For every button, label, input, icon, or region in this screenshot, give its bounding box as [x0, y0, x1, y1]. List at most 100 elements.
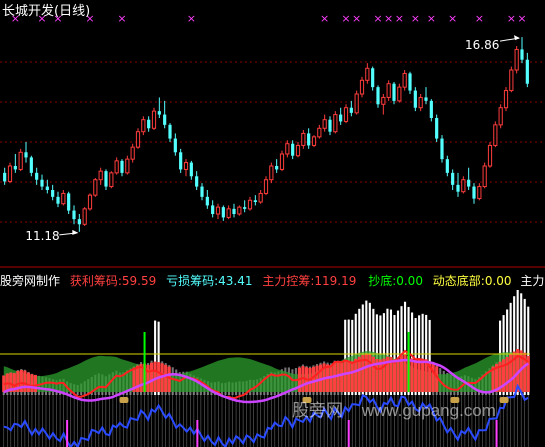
- candle-body: [3, 172, 7, 182]
- legend-source: 股旁网制作: [0, 274, 61, 288]
- candle-body: [445, 159, 449, 173]
- candle-body: [408, 73, 412, 91]
- candle-body: [291, 143, 295, 156]
- candle-body: [40, 179, 44, 187]
- profit-bar: [146, 364, 150, 392]
- candle-body: [498, 107, 503, 126]
- candle-body: [520, 49, 524, 60]
- candle-body: [509, 69, 514, 92]
- legend-bottom-signal: 抄底:0.00: [368, 274, 423, 288]
- signal-marker: ×: [117, 12, 126, 25]
- candle-body: [141, 119, 146, 133]
- candle-body: [429, 100, 433, 118]
- legend-profit-chips: 获利筹码:59.59: [69, 274, 157, 288]
- candle-body: [114, 160, 119, 174]
- candle-body: [157, 111, 161, 115]
- candle-body: [125, 158, 130, 174]
- high-arrow-head: [514, 35, 520, 41]
- signal-marker: ×: [187, 12, 196, 25]
- candle-body: [226, 208, 231, 218]
- legend-loss-chips: 亏损筹码:43.41: [166, 274, 253, 288]
- candle-body: [247, 199, 253, 210]
- candle-body: [435, 118, 439, 139]
- candle-body: [339, 114, 343, 122]
- legend-main-chips: 主力筹: [520, 274, 545, 288]
- candle-body: [109, 172, 114, 188]
- signal-marker: ×: [475, 12, 484, 25]
- profit-bar: [336, 362, 340, 392]
- legend-main-control: 主力控筹:119.19: [262, 274, 357, 288]
- candle-body: [18, 151, 23, 170]
- signal-marker: ×: [411, 12, 420, 25]
- indicator-legend: 股旁网制作 获利筹码:59.59 亏损筹码:43.41 主力控筹:119.19 …: [0, 272, 545, 289]
- candle-body: [333, 114, 338, 133]
- candle-body: [135, 131, 141, 148]
- candle-body: [82, 208, 87, 225]
- candle-body: [343, 107, 349, 122]
- signal-marker: ×: [352, 12, 361, 25]
- profit-bar: [153, 361, 157, 392]
- candle-body: [179, 152, 183, 170]
- candle-body: [487, 144, 493, 167]
- candle-body: [183, 162, 189, 170]
- candle-body: [253, 200, 257, 202]
- profit-bar: [371, 356, 375, 392]
- candle-body: [392, 83, 396, 101]
- profit-bar: [30, 374, 34, 392]
- candle-body: [13, 166, 17, 170]
- profit-bar: [417, 359, 421, 392]
- candle-body: [221, 207, 225, 218]
- candle-body: [232, 208, 236, 214]
- candle-body: [381, 96, 386, 105]
- candle-body: [371, 68, 375, 88]
- candle-body: [147, 119, 151, 129]
- profit-bar: [23, 370, 27, 392]
- candle-body: [61, 192, 66, 205]
- candle-body: [104, 171, 108, 187]
- candle-body: [354, 93, 359, 114]
- candle-body: [451, 172, 455, 185]
- candle-body: [467, 179, 471, 187]
- candle-body: [472, 186, 476, 199]
- profit-bar: [354, 358, 358, 392]
- candle-body: [279, 153, 285, 170]
- candle-body: [397, 86, 402, 102]
- profit-bar: [410, 358, 414, 392]
- candle-body: [402, 72, 407, 88]
- signal-marker: ×: [373, 12, 382, 25]
- signal-marker: ×: [395, 12, 404, 25]
- candle-body: [307, 133, 311, 146]
- candle-body: [295, 144, 301, 157]
- candle-body: [35, 172, 39, 180]
- candle-body: [77, 219, 81, 225]
- watermark-left: 股旁网: [292, 401, 343, 420]
- candle-body: [72, 210, 76, 220]
- profit-bar: [392, 359, 397, 392]
- candle-body: [243, 207, 247, 209]
- profit-bar: [431, 363, 435, 392]
- candle-body: [45, 186, 49, 190]
- candle-body: [275, 166, 279, 170]
- candle-body: [24, 152, 28, 158]
- candle-body: [301, 132, 306, 146]
- candle-body: [205, 196, 209, 206]
- candle-body: [200, 186, 204, 197]
- candle-body: [376, 87, 380, 105]
- candle-body: [269, 165, 274, 181]
- profit-bar: [315, 365, 319, 392]
- signal-marker: ×: [448, 12, 457, 25]
- signal-marker: ×: [320, 12, 329, 25]
- high-label: 16.86: [465, 38, 499, 52]
- candle-body: [189, 162, 193, 177]
- candle-body: [311, 136, 317, 146]
- profit-bar: [343, 361, 347, 392]
- profit-bar: [421, 358, 425, 392]
- candle-body: [215, 206, 221, 215]
- low-label: 11.18: [25, 229, 59, 243]
- profit-bar: [164, 364, 168, 392]
- profit-bar: [396, 357, 400, 392]
- candle-body: [386, 83, 391, 98]
- candle-body: [237, 206, 242, 215]
- candle-body: [263, 179, 269, 194]
- chart-title: 长城开发(日线): [2, 4, 91, 19]
